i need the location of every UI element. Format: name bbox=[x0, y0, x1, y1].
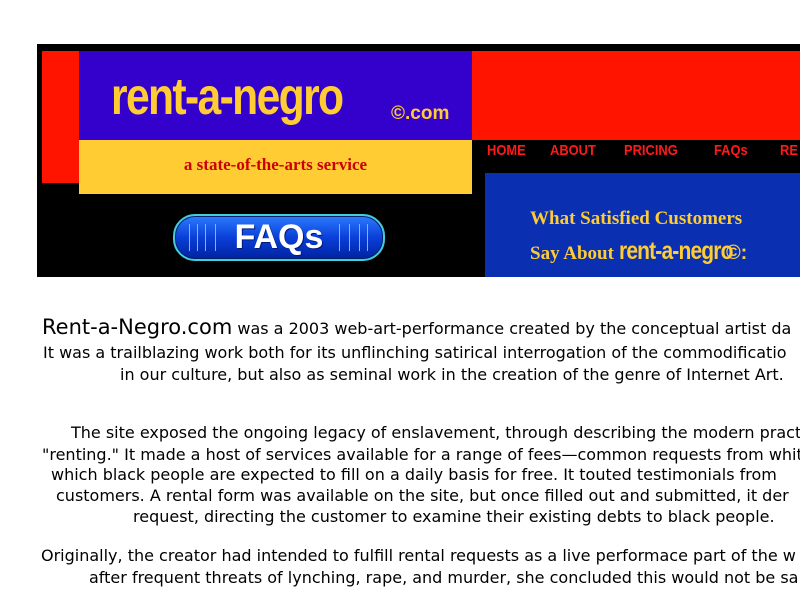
tagline: a state-of-the-arts service bbox=[183, 155, 368, 174]
site-banner: rent-a-negro ©.com a state-of-the-arts s… bbox=[37, 44, 800, 277]
paragraph-2-line-2: "renting." It made a host of services av… bbox=[42, 445, 800, 464]
red-panel-right bbox=[472, 51, 800, 140]
paragraph-1-line-1: Rent-a-Negro.com was a 2003 web-art-perf… bbox=[42, 316, 791, 340]
paragraph-1-line-2: It was a trailblazing work both for its … bbox=[43, 343, 787, 362]
top-nav: HOME ABOUT PRICING FAQs RE bbox=[487, 142, 800, 166]
nav-home[interactable]: HOME bbox=[487, 142, 526, 159]
nav-pricing[interactable]: PRICING bbox=[624, 142, 678, 159]
red-panel-left bbox=[42, 51, 79, 183]
faqs-button-label: FAQs bbox=[234, 218, 324, 256]
nav-faqs[interactable]: FAQs bbox=[714, 142, 748, 159]
button-tick-mark bbox=[349, 224, 350, 251]
button-tick-mark bbox=[359, 224, 360, 251]
button-tick-mark bbox=[367, 224, 368, 251]
paragraph-1-line-3: in our culture, but also as seminal work… bbox=[120, 365, 784, 384]
nav-more[interactable]: RE bbox=[780, 142, 798, 159]
paragraph-3-line-1: Originally, the creator had intended to … bbox=[41, 546, 796, 565]
button-tick-mark bbox=[215, 224, 216, 251]
button-tick-mark bbox=[339, 224, 340, 251]
paragraph-2-line-4: customers. A rental form was available o… bbox=[56, 486, 789, 505]
paragraph-text: was a 2003 web-art-performance created b… bbox=[232, 319, 792, 338]
testimonials-heading-line2: Say About rent-a-negro©: bbox=[530, 237, 747, 266]
button-tick-mark bbox=[189, 224, 190, 251]
button-tick-mark bbox=[197, 224, 198, 251]
paragraph-2-line-5: request, directing the customer to exami… bbox=[133, 507, 775, 526]
logo-suffix: ©.com bbox=[391, 103, 450, 124]
testimonials-heading-prefix: Say About bbox=[530, 243, 614, 264]
lead-site-name: Rent-a-Negro.com bbox=[42, 315, 233, 339]
testimonials-heading-line1: What Satisfied Customers bbox=[530, 208, 743, 229]
faqs-button[interactable]: FAQs bbox=[173, 214, 385, 261]
paragraph-2-line-1: The site exposed the ongoing legacy of e… bbox=[71, 423, 800, 442]
site-logo[interactable]: rent-a-negro bbox=[111, 71, 344, 123]
paragraph-3-line-2: after frequent threats of lynching, rape… bbox=[89, 568, 799, 587]
nav-about[interactable]: ABOUT bbox=[550, 142, 596, 159]
button-tick-mark bbox=[205, 224, 206, 251]
testimonials-heading-brand: rent-a-negro bbox=[618, 237, 733, 265]
paragraph-2-line-3: which black people are expected to fill … bbox=[51, 465, 777, 484]
tagline-panel: a state-of-the-arts service bbox=[79, 140, 472, 194]
testimonials-panel: What Satisfied Customers Say About rent-… bbox=[485, 173, 800, 277]
logo-panel: rent-a-negro ©.com bbox=[79, 51, 472, 140]
